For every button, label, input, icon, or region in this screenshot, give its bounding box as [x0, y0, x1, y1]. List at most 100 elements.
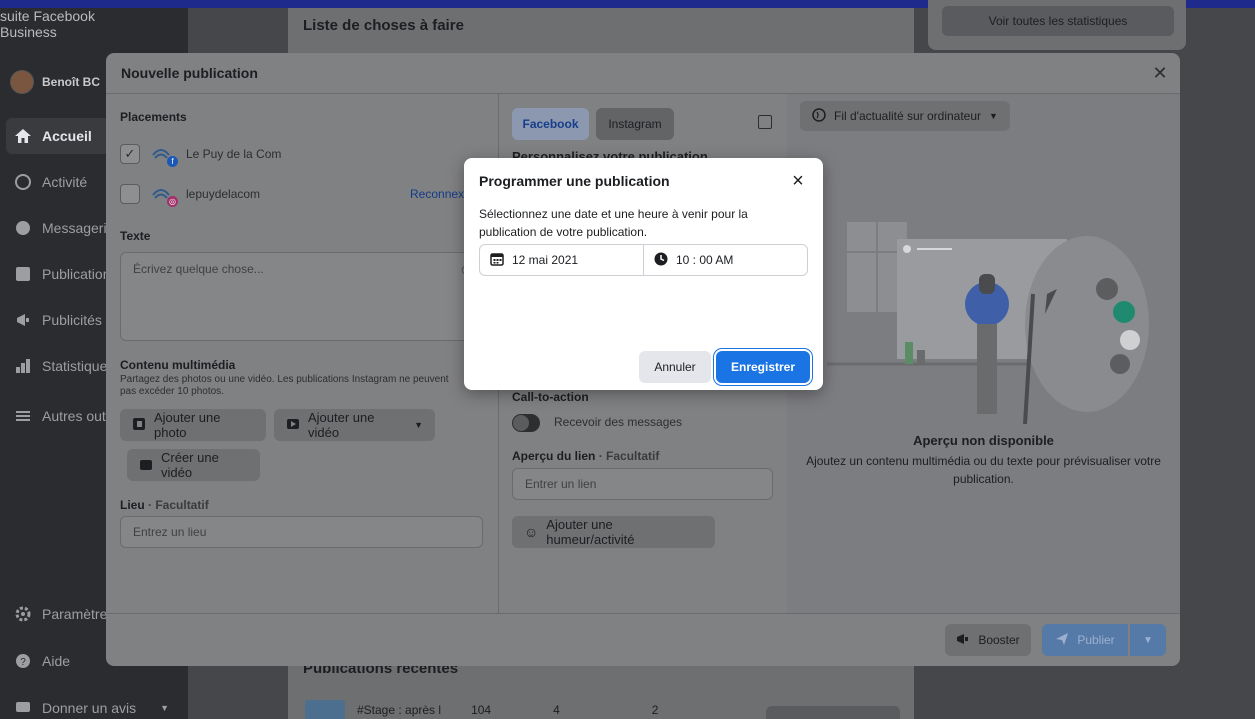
- sidebar-item-label: Publicités: [42, 312, 102, 328]
- user-switcher[interactable]: Benoît BC: [10, 70, 100, 94]
- layout-icon[interactable]: [758, 115, 772, 129]
- page-logo: ◎: [150, 181, 178, 207]
- cta-label: Call-to-action: [512, 390, 589, 404]
- publish-options-dropdown[interactable]: ▼: [1130, 624, 1166, 656]
- tab-facebook[interactable]: Facebook: [512, 108, 589, 140]
- text-label: Texte: [120, 229, 151, 243]
- chevron-down-icon: ▼: [160, 703, 170, 713]
- table-row[interactable]: #Stage : après l 104 4 2: [305, 700, 658, 719]
- create-video-label: Créer une vidéo: [161, 450, 219, 480]
- preview-unavailable-title: Aperçu non disponible: [913, 433, 1054, 448]
- post-text-input[interactable]: Écrivez quelque chose... ☺: [120, 252, 482, 341]
- close-icon[interactable]: ×: [788, 171, 808, 191]
- help-icon: ?: [14, 652, 32, 670]
- recent-action-button[interactable]: [766, 706, 900, 719]
- link-placeholder: Entrer un lien: [525, 477, 597, 491]
- messages-toggle-label: Recevoir des messages: [554, 415, 683, 429]
- todo-title: Liste de choses à faire: [303, 17, 464, 34]
- schedule-post-dialog: Programmer une publication × Sélectionne…: [464, 158, 823, 390]
- add-photo-button[interactable]: Ajouter une photo: [120, 409, 266, 441]
- sidebar-item-label: Aide: [42, 653, 71, 669]
- globe-icon: [812, 107, 826, 125]
- add-photo-label: Ajouter une photo: [154, 410, 221, 440]
- sidebar-item-label: Accueil: [42, 128, 92, 144]
- boost-button[interactable]: Booster: [945, 624, 1031, 656]
- date-value: 12 mai 2021: [512, 253, 579, 267]
- location-input[interactable]: Entrez un lieu: [120, 516, 483, 548]
- page-logo: f: [150, 141, 178, 167]
- chevron-down-icon: ▼: [414, 420, 423, 430]
- facebook-icon: f: [167, 156, 178, 167]
- modal-header: [106, 53, 1180, 94]
- link-input[interactable]: Entrer un lien: [512, 468, 773, 500]
- location-label-text: Lieu: [120, 498, 145, 512]
- chevron-down-icon: ▼: [1143, 634, 1153, 646]
- calendar-icon: [490, 252, 504, 269]
- date-picker[interactable]: 12 mai 2021: [480, 245, 643, 275]
- cancel-button[interactable]: Annuler: [639, 351, 711, 383]
- preview-illustration: [827, 222, 1149, 425]
- optional-hint: · Facultatif: [598, 449, 660, 463]
- mood-activity-label: Ajouter une humeur/activité: [546, 517, 635, 547]
- activity-icon: [14, 173, 32, 191]
- sidebar-item-label: Paramètres: [42, 606, 115, 622]
- megaphone-icon: [14, 311, 32, 329]
- add-video-label: Ajouter une vidéo: [308, 410, 375, 440]
- dialog-description: Sélectionnez une date et une heure à ven…: [479, 207, 748, 239]
- placement-checkbox[interactable]: ✓: [120, 144, 140, 164]
- mood-activity-button[interactable]: ☺ Ajouter une humeur/activité: [512, 516, 715, 548]
- placements-label: Placements: [120, 110, 187, 124]
- sidebar-item-label: Statistiques: [42, 358, 115, 374]
- megaphone-icon: [956, 632, 970, 649]
- placement-facebook[interactable]: ✓ f Le Puy de la Com: [120, 141, 281, 167]
- placement-checkbox[interactable]: [120, 184, 140, 204]
- location-label: Lieu · Facultatif: [120, 498, 209, 512]
- reconnect-link[interactable]: Reconnex: [410, 187, 464, 201]
- close-icon[interactable]: ✕: [1150, 63, 1170, 83]
- user-name: Benoît BC: [42, 75, 100, 89]
- menu-icon: [14, 407, 32, 425]
- link-label: Aperçu du lien · Facultatif: [512, 449, 659, 463]
- post-reach: 104: [471, 703, 492, 717]
- save-button[interactable]: Enregistrer: [716, 351, 810, 383]
- datetime-fields: 12 mai 2021 10 : 00 AM: [479, 244, 808, 276]
- sidebar-item-label: Messagerie: [42, 220, 115, 236]
- sidebar-item-label: Activité: [42, 174, 88, 190]
- sidebar-item-label: Donner un avis: [42, 700, 137, 716]
- media-description: Partagez des photos ou une vidéo. Les pu…: [120, 374, 449, 397]
- placement-instagram[interactable]: ◎ lepuydelacom: [120, 181, 260, 207]
- placement-name: lepuydelacom: [186, 187, 261, 201]
- messages-toggle[interactable]: [512, 414, 540, 432]
- avatar: [10, 70, 34, 94]
- photo-icon: [132, 417, 146, 434]
- chart-icon: [14, 357, 32, 375]
- posts-icon: [14, 265, 32, 283]
- add-video-button[interactable]: Ajouter une vidéo ▼: [274, 409, 435, 441]
- publish-label: Publier: [1077, 633, 1115, 647]
- modal-title: Nouvelle publication: [121, 65, 258, 81]
- all-stats-button[interactable]: Voir toutes les statistiques: [942, 6, 1174, 36]
- location-placeholder: Entrez un lieu: [133, 525, 207, 539]
- svg-text:?: ?: [20, 657, 26, 668]
- create-video-button[interactable]: Créer une vidéo: [127, 449, 260, 481]
- gear-icon: [14, 605, 32, 623]
- preview-placement-dropdown[interactable]: Fil d'actualité sur ordinateur ▼: [800, 101, 1010, 131]
- create-video-icon: [139, 457, 153, 474]
- tab-instagram[interactable]: Instagram: [596, 108, 674, 140]
- messenger-icon: [14, 219, 32, 237]
- time-picker[interactable]: 10 : 00 AM: [643, 245, 807, 275]
- home-icon: [14, 127, 32, 145]
- instagram-icon: ◎: [167, 196, 178, 207]
- brand-logo: suite Facebook Business: [0, 8, 95, 40]
- post-engagement: 4: [553, 703, 560, 717]
- time-value: 10 : 00 AM: [676, 253, 734, 267]
- post-clicks: 2: [651, 703, 659, 717]
- sidebar-item-donner-avis[interactable]: Donner un avis ▼: [0, 690, 188, 719]
- post-thumbnail: [305, 700, 345, 719]
- post-text-placeholder: Écrivez quelque chose...: [133, 262, 264, 276]
- post-caption: #Stage : après l: [357, 703, 442, 717]
- boost-label: Booster: [978, 633, 1020, 647]
- preview-placement-label: Fil d'actualité sur ordinateur: [834, 109, 982, 123]
- link-label-text: Aperçu du lien: [512, 449, 596, 463]
- publish-button[interactable]: Publier: [1042, 624, 1128, 656]
